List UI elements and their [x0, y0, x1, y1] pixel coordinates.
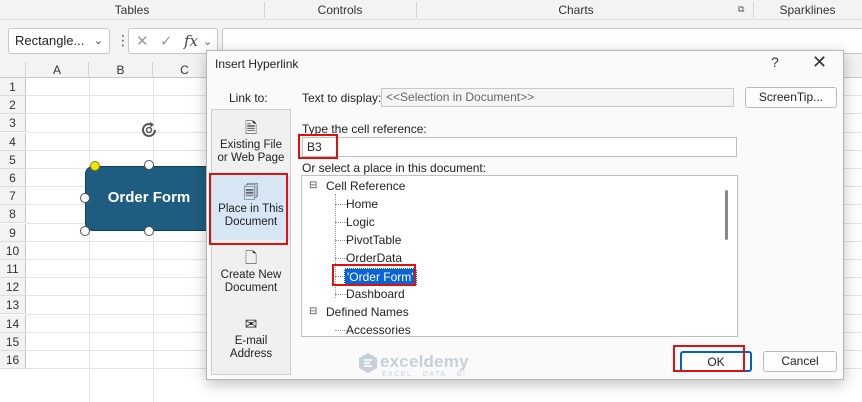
row-header[interactable]: 3 — [0, 114, 26, 133]
highlight-ok-button — [673, 345, 745, 372]
resize-handle-bottom[interactable] — [144, 226, 154, 236]
tree-node-defined-names[interactable]: Defined Names — [326, 304, 409, 320]
link-to-create-new[interactable]: 🗋 Create New Document — [212, 250, 290, 295]
tree-scrollbar[interactable] — [725, 190, 728, 240]
column-header-b[interactable]: B — [89, 62, 153, 78]
tree-node-sheet[interactable]: PivotTable — [346, 232, 401, 248]
adjust-handle[interactable] — [90, 161, 100, 171]
row-header[interactable]: 4 — [0, 132, 26, 151]
formula-tools: ✕ ✓ fx ⌄ — [128, 28, 218, 54]
row-header[interactable]: 2 — [0, 96, 26, 115]
link-to-email-line1: E-mail — [234, 335, 268, 347]
link-to-email[interactable]: ✉ E-mail Address — [212, 316, 290, 361]
confirm-entry-icon[interactable]: ✓ — [160, 32, 173, 50]
link-to-label: Link to: — [229, 91, 268, 105]
help-icon[interactable]: ? — [771, 54, 779, 70]
new-document-icon: 🗋 — [244, 250, 258, 267]
row-header[interactable]: 9 — [0, 223, 26, 242]
resize-handle-left[interactable] — [80, 193, 90, 203]
close-icon[interactable]: ✕ — [812, 52, 827, 73]
order-form-shape[interactable]: Order Form — [85, 166, 213, 231]
highlight-cell-reference — [298, 134, 338, 159]
dialog-title: Insert Hyperlink — [215, 57, 299, 71]
link-to-create-new-line2: Document — [224, 282, 278, 294]
resize-handle-top[interactable] — [144, 160, 154, 170]
text-to-display-field[interactable]: <<Selection in Document>> — [381, 88, 734, 107]
tree-node-sheet[interactable]: Logic — [346, 214, 375, 230]
highlight-place-in-document — [209, 173, 288, 245]
link-to-create-new-line1: Create New — [220, 269, 282, 281]
row-header[interactable]: 16 — [0, 351, 26, 369]
row-header[interactable]: 13 — [0, 296, 26, 315]
collapse-icon[interactable]: ⊟ — [309, 306, 317, 317]
chevron-down-icon[interactable]: ⌄ — [94, 29, 103, 53]
tree-node-cell-reference[interactable]: Cell Reference — [326, 178, 405, 194]
cancel-button[interactable]: Cancel — [763, 351, 837, 372]
link-to-existing-file-line1: Existing File — [220, 139, 282, 151]
ribbon-group-charts: Charts — [558, 3, 594, 17]
row-header[interactable]: 10 — [0, 241, 26, 260]
row-header[interactable]: 1 — [0, 78, 26, 96]
select-all-corner[interactable] — [0, 62, 26, 78]
row-header[interactable]: 8 — [0, 205, 26, 224]
chevron-down-icon[interactable]: ⌄ — [203, 35, 212, 48]
insert-function-icon[interactable]: fx — [184, 32, 198, 50]
cell-reference-input[interactable]: B3 — [302, 137, 737, 157]
row-header[interactable]: 7 — [0, 187, 26, 206]
tree-node-sheet[interactable]: Dashboard — [346, 286, 405, 302]
watermark-name: exceldemy — [380, 352, 469, 371]
ribbon-group-tables: Tables — [114, 3, 150, 17]
row-header[interactable]: 15 — [0, 332, 26, 351]
tree-node-name[interactable]: Accessories — [346, 322, 411, 336]
row-header[interactable]: 14 — [0, 314, 26, 333]
watermark-tagline: EXCEL · DATA · BI — [382, 371, 467, 378]
collapse-icon[interactable]: ⊟ — [309, 180, 317, 191]
row-header[interactable]: 12 — [0, 278, 26, 297]
screentip-button[interactable]: ScreenTip... — [745, 87, 837, 108]
resize-handle-bottom-left[interactable] — [80, 226, 90, 236]
select-place-label: Or select a place in this document: — [302, 161, 487, 175]
tree-node-sheet[interactable]: Home — [346, 196, 378, 212]
text-to-display-label: Text to display: — [302, 91, 382, 105]
highlight-order-form-node — [332, 264, 416, 286]
link-to-email-line2: Address — [229, 348, 273, 360]
ribbon-group-controls: Controls — [317, 3, 363, 17]
row-header[interactable]: 6 — [0, 169, 26, 187]
exceldemy-logo-icon — [359, 353, 377, 373]
row-header[interactable]: 11 — [0, 260, 26, 278]
name-box[interactable]: Rectangle... ⌄ — [8, 28, 110, 54]
ribbon-group-sparklines: Sparklines — [779, 3, 836, 17]
row-header[interactable]: 5 — [0, 150, 26, 169]
name-box-value: Rectangle... — [15, 33, 85, 48]
charts-dialog-launcher-icon[interactable]: ⧉ — [738, 4, 749, 15]
insert-hyperlink-dialog: Insert Hyperlink ? ✕ Link to: 🗎 Existing… — [206, 50, 844, 380]
link-to-existing-file[interactable]: 🗎 Existing File or Web Page — [212, 120, 290, 165]
email-icon: ✉ — [244, 316, 258, 333]
column-header-a[interactable]: A — [26, 62, 89, 78]
globe-file-icon: 🗎 — [244, 120, 258, 137]
rotate-handle-icon[interactable] — [137, 118, 161, 142]
cancel-entry-icon[interactable]: ✕ — [136, 32, 149, 50]
ribbon-group-bar: Tables Controls Charts ⧉ Sparklines — [0, 0, 862, 20]
link-to-existing-file-line2: or Web Page — [217, 152, 285, 164]
place-tree[interactable]: ⊟ Cell Reference Home Logic PivotTable O… — [301, 175, 738, 337]
